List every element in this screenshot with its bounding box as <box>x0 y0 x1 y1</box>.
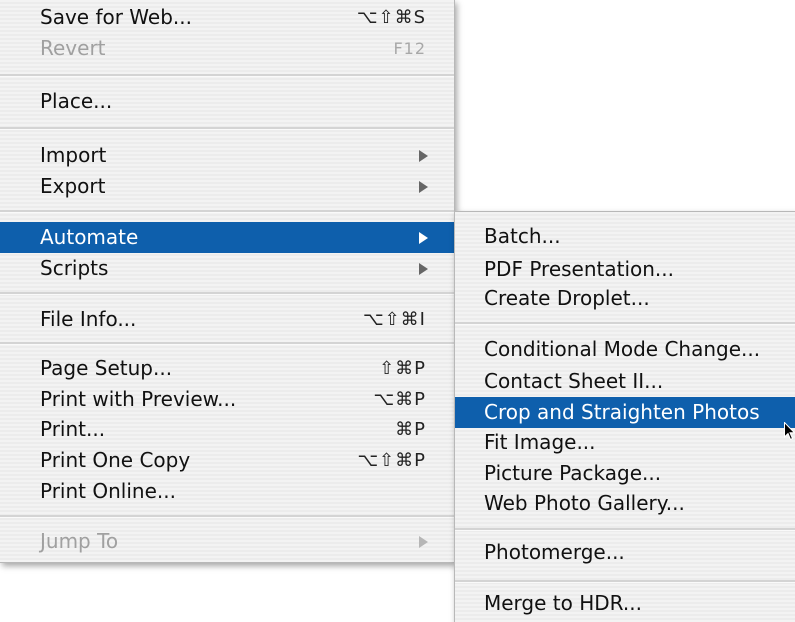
submenu-item-fit-image[interactable]: Fit Image... <box>455 427 795 458</box>
menu-item-automate[interactable]: Automate <box>0 222 454 253</box>
menu-item-label: Export <box>40 174 106 198</box>
menu-item-scripts[interactable]: Scripts <box>0 253 454 284</box>
menu-separator <box>455 528 795 531</box>
submenu-arrow-icon <box>419 150 428 162</box>
menu-item-jump-to: Jump To <box>0 526 454 557</box>
submenu-item-batch[interactable]: Batch... <box>455 221 795 252</box>
menu-item-label: File Info... <box>40 307 137 331</box>
menu-separator <box>0 342 454 345</box>
submenu-item-pdf-presentation[interactable]: PDF Presentation... <box>455 254 795 285</box>
menu-item-label: Batch... <box>484 224 561 248</box>
menu-item-label: Jump To <box>40 529 119 553</box>
menu-item-label: Fit Image... <box>484 430 596 454</box>
menu-separator <box>455 322 795 325</box>
submenu-item-conditional-mode-change[interactable]: Conditional Mode Change... <box>455 334 795 365</box>
menu-separator <box>0 127 454 130</box>
menu-item-print-one-copy[interactable]: Print One Copy ⌥⇧⌘P <box>0 445 454 476</box>
menu-item-label: Print... <box>40 417 106 441</box>
shortcut-label: ⌥⇧⌘I <box>362 309 426 330</box>
submenu-item-web-photo-gallery[interactable]: Web Photo Gallery... <box>455 488 795 519</box>
submenu-arrow-icon <box>419 536 428 548</box>
menu-item-print-with-preview[interactable]: Print with Preview... ⌥⌘P <box>0 384 454 415</box>
menu-item-label: Automate <box>40 225 139 249</box>
file-menu: Save for Web... ⌥⇧⌘S Revert F12 Place...… <box>0 0 455 563</box>
shortcut-label: F12 <box>393 39 426 58</box>
menu-separator <box>455 580 795 583</box>
menu-separator <box>0 210 454 213</box>
menu-item-label: Print with Preview... <box>40 387 237 411</box>
menu-item-label: Picture Package... <box>484 461 662 485</box>
submenu-arrow-icon <box>419 263 428 275</box>
submenu-item-create-droplet[interactable]: Create Droplet... <box>455 283 795 314</box>
menu-item-label: Page Setup... <box>40 356 173 380</box>
shortcut-label: ⌥⇧⌘S <box>356 7 426 28</box>
submenu-arrow-icon <box>419 181 428 193</box>
shortcut-label: ⇧⌘P <box>379 358 426 379</box>
menu-item-label: Merge to HDR... <box>484 591 642 615</box>
menu-item-label: Save for Web... <box>40 5 192 29</box>
menu-item-print-online[interactable]: Print Online... <box>0 476 454 507</box>
menu-item-file-info[interactable]: File Info... ⌥⇧⌘I <box>0 304 454 335</box>
submenu-item-picture-package[interactable]: Picture Package... <box>455 458 795 489</box>
menu-separator <box>0 515 454 518</box>
menu-item-label: Import <box>40 143 107 167</box>
menu-item-label: Scripts <box>40 256 109 280</box>
menu-separator <box>0 292 454 295</box>
menu-item-label: Print One Copy <box>40 448 191 472</box>
submenu-item-contact-sheet[interactable]: Contact Sheet II... <box>455 366 795 397</box>
menu-item-label: PDF Presentation... <box>484 257 674 281</box>
menu-item-print[interactable]: Print... ⌘P <box>0 414 454 445</box>
menu-item-label: Revert <box>40 36 106 60</box>
menu-separator <box>0 74 454 77</box>
menu-item-label: Crop and Straighten Photos <box>484 400 760 424</box>
submenu-item-merge-to-hdr[interactable]: Merge to HDR... <box>455 588 795 619</box>
menu-item-label: Create Droplet... <box>484 286 650 310</box>
submenu-item-photomerge[interactable]: Photomerge... <box>455 537 795 568</box>
shortcut-label: ⌥⇧⌘P <box>357 450 426 471</box>
menu-item-export[interactable]: Export <box>0 171 454 202</box>
menu-item-label: Place... <box>40 89 113 113</box>
menu-item-save-for-web[interactable]: Save for Web... ⌥⇧⌘S <box>0 2 454 33</box>
submenu-item-crop-and-straighten[interactable]: Crop and Straighten Photos <box>455 397 795 428</box>
automate-submenu: Batch... PDF Presentation... Create Drop… <box>454 211 795 622</box>
shortcut-label: ⌘P <box>395 419 426 440</box>
mouse-pointer-icon <box>784 422 795 441</box>
menu-item-label: Conditional Mode Change... <box>484 337 761 361</box>
menu-item-import[interactable]: Import <box>0 140 454 171</box>
menu-item-label: Photomerge... <box>484 540 625 564</box>
submenu-arrow-icon <box>419 232 428 244</box>
menu-item-label: Contact Sheet II... <box>484 369 664 393</box>
menu-item-label: Web Photo Gallery... <box>484 491 685 515</box>
menu-item-label: Print Online... <box>40 479 176 503</box>
menu-item-revert: Revert F12 <box>0 33 454 64</box>
menu-item-place[interactable]: Place... <box>0 86 454 117</box>
shortcut-label: ⌥⌘P <box>373 389 426 410</box>
menu-item-page-setup[interactable]: Page Setup... ⇧⌘P <box>0 353 454 384</box>
